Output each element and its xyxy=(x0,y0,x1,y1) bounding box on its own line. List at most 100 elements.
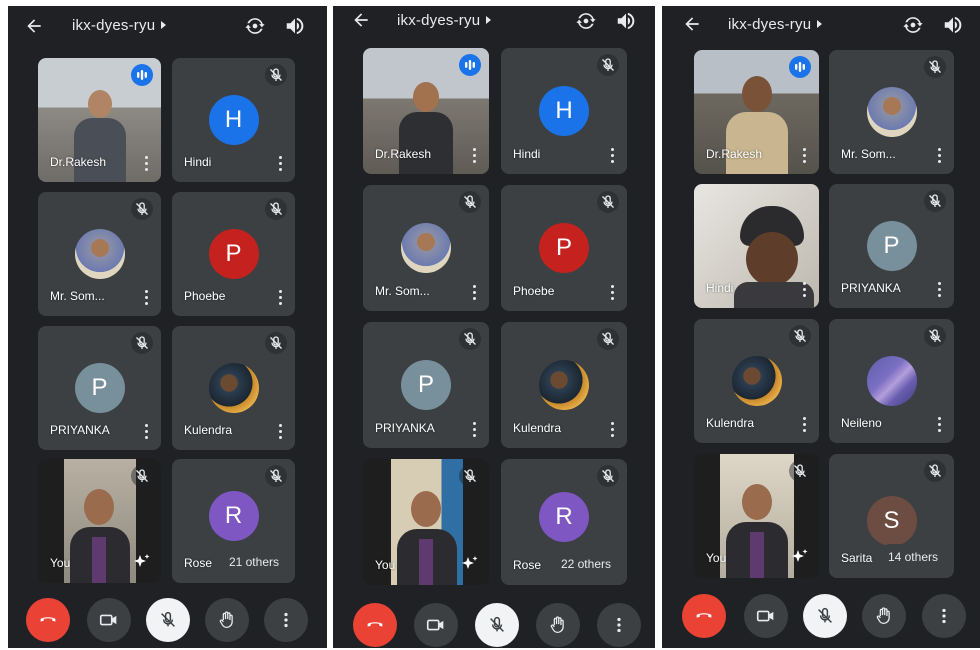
meeting-title[interactable]: ikx-dyes-ryu xyxy=(72,17,167,34)
participant-tile-hindi[interactable]: Hindi xyxy=(694,184,819,308)
more-options-icon[interactable] xyxy=(277,424,283,440)
more-options-icon[interactable] xyxy=(277,156,283,172)
speaking-indicator-icon xyxy=(789,56,811,78)
more-options-icon[interactable] xyxy=(801,282,807,298)
avatar xyxy=(539,360,589,410)
camera-button[interactable] xyxy=(744,594,788,638)
more-options-button[interactable] xyxy=(922,594,966,638)
more-options-icon[interactable] xyxy=(936,282,942,298)
participant-tile-sarita[interactable]: S Sarita 14 others xyxy=(829,454,954,578)
more-options-icon[interactable] xyxy=(936,417,942,433)
chevron-right-icon xyxy=(817,20,823,28)
participant-tile-you[interactable]: You xyxy=(38,459,161,583)
mic-off-button[interactable] xyxy=(803,594,847,638)
header: ikx-dyes-ryu xyxy=(662,6,980,46)
effects-sparkle-icon[interactable] xyxy=(133,553,151,571)
more-options-button[interactable] xyxy=(264,598,308,642)
switch-camera-icon[interactable] xyxy=(244,15,266,37)
end-call-button[interactable] xyxy=(682,594,726,638)
participant-name: Neileno xyxy=(841,416,882,430)
back-arrow-icon[interactable] xyxy=(682,14,702,34)
more-options-icon[interactable] xyxy=(609,148,615,164)
participant-tile-kulendra[interactable]: Kulendra xyxy=(694,319,819,443)
more-options-icon[interactable] xyxy=(143,290,149,306)
participant-tile-hindi[interactable]: H Hindi xyxy=(172,58,295,182)
end-call-button[interactable] xyxy=(26,598,70,642)
raise-hand-button[interactable] xyxy=(205,598,249,642)
participant-name: PRIYANKA xyxy=(50,423,110,437)
mic-off-icon xyxy=(265,465,287,487)
participant-tile-mr-som[interactable]: Mr. Som... xyxy=(829,50,954,174)
mic-off-icon xyxy=(924,460,946,482)
more-options-icon[interactable] xyxy=(143,156,149,172)
mic-off-icon xyxy=(265,332,287,354)
participant-name: You xyxy=(375,558,396,572)
raise-hand-button[interactable] xyxy=(536,603,580,647)
participant-tile-hindi[interactable]: H Hindi xyxy=(501,48,627,174)
participant-name: Kulendra xyxy=(513,421,562,435)
participant-tile-priyanka[interactable]: P PRIYANKA xyxy=(363,322,489,448)
participant-tile-neileno[interactable]: Neileno xyxy=(829,319,954,443)
end-call-button[interactable] xyxy=(353,603,397,647)
more-options-icon[interactable] xyxy=(471,148,477,164)
mic-off-icon xyxy=(597,328,619,350)
more-options-button[interactable] xyxy=(597,603,641,647)
switch-camera-icon[interactable] xyxy=(902,14,924,36)
participant-tile-dr-rakesh[interactable]: Dr.Rakesh xyxy=(38,58,161,182)
others-count-chip[interactable]: 22 others xyxy=(550,551,621,577)
avatar: R xyxy=(539,491,589,542)
more-options-icon[interactable] xyxy=(936,148,942,164)
effects-sparkle-icon[interactable] xyxy=(461,555,479,573)
participant-tile-dr-rakesh[interactable]: Dr.Rakesh xyxy=(694,50,819,174)
participant-tile-rose[interactable]: R Rose 22 others xyxy=(501,459,627,585)
speaker-icon[interactable] xyxy=(284,15,306,37)
more-options-icon[interactable] xyxy=(609,422,615,438)
back-arrow-icon[interactable] xyxy=(351,10,371,30)
others-count-chip[interactable]: 14 others xyxy=(877,544,948,570)
camera-button[interactable] xyxy=(414,603,458,647)
mic-off-button[interactable] xyxy=(475,603,519,647)
mic-off-icon xyxy=(789,325,811,347)
more-options-icon[interactable] xyxy=(143,424,149,440)
more-options-icon[interactable] xyxy=(471,285,477,301)
participant-tile-phoebe[interactable]: P Phoebe xyxy=(501,185,627,311)
more-options-icon[interactable] xyxy=(471,422,477,438)
participant-name: PRIYANKA xyxy=(375,421,435,435)
others-count-chip[interactable]: 21 others xyxy=(218,549,289,575)
participant-tile-you[interactable]: You xyxy=(694,454,819,578)
participant-tile-priyanka[interactable]: P PRIYANKA xyxy=(38,326,161,450)
raise-hand-button[interactable] xyxy=(862,594,906,638)
mic-off-icon xyxy=(924,56,946,78)
chevron-right-icon xyxy=(486,16,492,24)
camera-button[interactable] xyxy=(87,598,131,642)
mic-off-icon xyxy=(597,54,619,76)
back-arrow-icon[interactable] xyxy=(24,16,44,36)
switch-camera-icon[interactable] xyxy=(575,10,597,32)
self-video xyxy=(391,459,463,585)
participant-tile-phoebe[interactable]: P Phoebe xyxy=(172,192,295,316)
mic-off-icon xyxy=(459,328,481,350)
participant-tile-mr-som[interactable]: Mr. Som... xyxy=(363,185,489,311)
participant-tile-rose[interactable]: R Rose 21 others xyxy=(172,459,295,583)
participant-name: Hindi xyxy=(706,281,734,295)
speaker-icon[interactable] xyxy=(615,10,637,32)
participant-name: Dr.Rakesh xyxy=(50,155,107,169)
speaker-icon[interactable] xyxy=(942,14,964,36)
more-options-icon[interactable] xyxy=(277,290,283,306)
avatar: R xyxy=(208,491,259,542)
more-options-icon[interactable] xyxy=(801,417,807,433)
meeting-title[interactable]: ikx-dyes-ryu xyxy=(728,16,823,33)
participant-tile-mr-som[interactable]: Mr. Som... xyxy=(38,192,161,316)
participant-tile-dr-rakesh[interactable]: Dr.Rakesh xyxy=(363,48,489,174)
participant-tile-priyanka[interactable]: P PRIYANKA xyxy=(829,184,954,308)
meeting-title[interactable]: ikx-dyes-ryu xyxy=(397,12,492,29)
participant-name: Sarita xyxy=(841,551,873,565)
more-options-icon[interactable] xyxy=(801,148,807,164)
participant-tile-kulendra[interactable]: Kulendra xyxy=(501,322,627,448)
avatar: H xyxy=(208,95,259,145)
participant-tile-kulendra[interactable]: Kulendra xyxy=(172,326,295,450)
effects-sparkle-icon[interactable] xyxy=(791,548,809,566)
more-options-icon[interactable] xyxy=(609,285,615,301)
participant-tile-you[interactable]: You xyxy=(363,459,489,585)
mic-off-button[interactable] xyxy=(146,598,190,642)
